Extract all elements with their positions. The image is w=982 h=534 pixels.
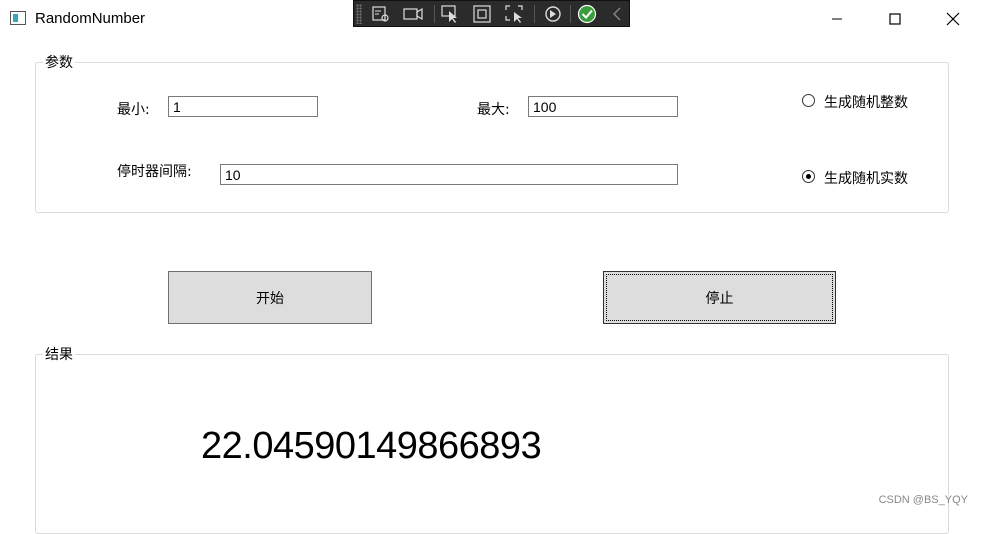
live-tree-icon[interactable] xyxy=(370,4,392,24)
track-focus-icon[interactable] xyxy=(504,4,526,24)
min-label: 最小: xyxy=(117,102,150,118)
stop-button[interactable]: 停止 xyxy=(603,271,836,324)
start-button[interactable]: 开始 xyxy=(168,271,372,324)
max-label: 最大: xyxy=(477,102,510,118)
maximize-button[interactable] xyxy=(866,0,924,38)
display-adorners-icon[interactable] xyxy=(472,4,494,24)
radio-real[interactable] xyxy=(802,170,815,183)
watermark: CSDN @BS_YQY xyxy=(878,494,968,506)
minimize-icon xyxy=(832,18,842,20)
radio-real-label[interactable]: 生成随机实数 xyxy=(824,168,908,188)
hot-reload-icon[interactable] xyxy=(542,4,564,24)
minimize-button[interactable] xyxy=(808,0,866,38)
collapse-chevron-icon[interactable] xyxy=(606,4,628,24)
video-icon[interactable] xyxy=(402,4,424,24)
close-icon xyxy=(946,12,960,26)
timer-interval-label: 停时器间隔: xyxy=(117,164,192,180)
params-legend: 参数 xyxy=(43,52,75,72)
radio-integer[interactable] xyxy=(802,94,815,107)
app-icon xyxy=(10,11,26,25)
max-input[interactable] xyxy=(528,96,678,117)
toolbar-grip-icon[interactable] xyxy=(356,4,362,24)
start-button-label: 开始 xyxy=(256,290,284,307)
check-icon[interactable] xyxy=(576,4,598,24)
window-title: RandomNumber xyxy=(35,10,146,27)
select-element-icon[interactable] xyxy=(440,4,462,24)
close-button[interactable] xyxy=(924,0,982,38)
result-value: 22.04590149866893 xyxy=(201,425,542,467)
radio-integer-label[interactable]: 生成随机整数 xyxy=(824,92,908,112)
maximize-icon xyxy=(889,13,901,25)
debug-toolbar xyxy=(353,0,630,27)
result-legend: 结果 xyxy=(43,344,75,364)
params-group xyxy=(35,62,949,213)
min-input[interactable] xyxy=(168,96,318,117)
timer-interval-input[interactable] xyxy=(220,164,678,185)
